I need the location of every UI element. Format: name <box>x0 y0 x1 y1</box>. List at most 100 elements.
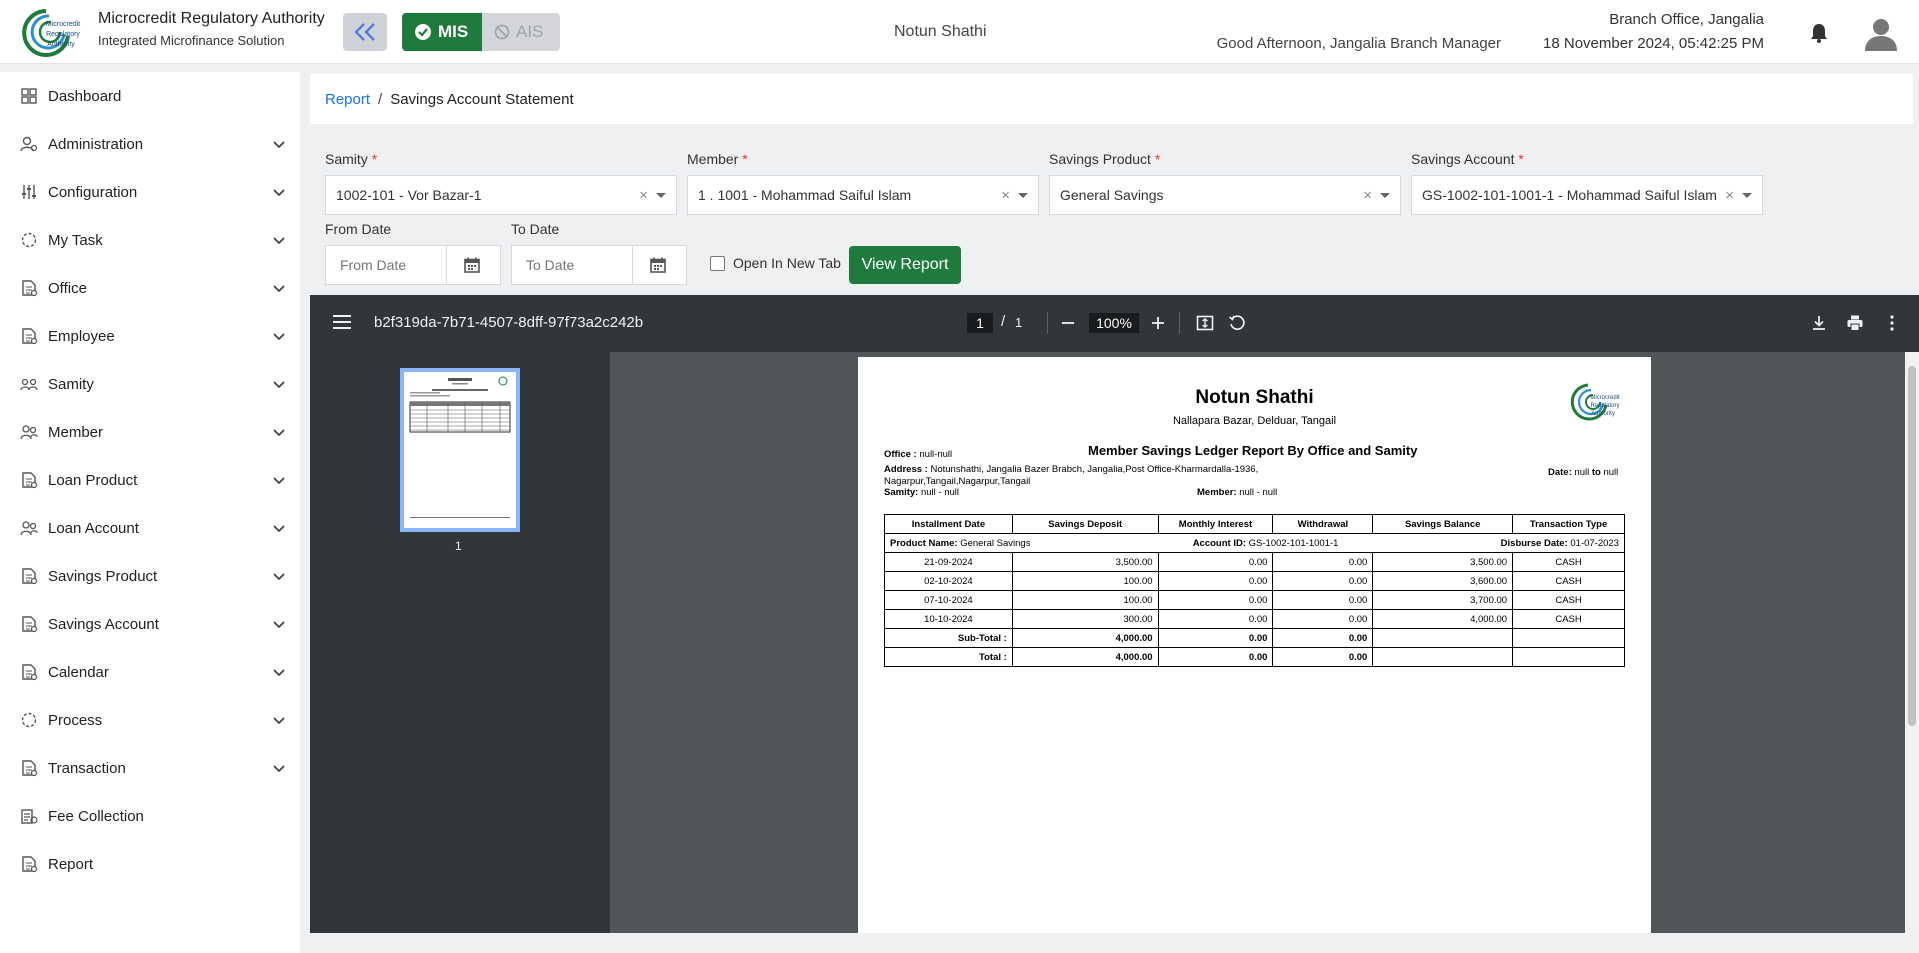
table-header-row: Installment Date Savings Deposit Monthly… <box>884 514 1625 534</box>
chevron-down-icon[interactable] <box>272 521 286 535</box>
sidebar-item-savings-product[interactable]: Savings Product <box>0 552 300 600</box>
sidebar-item-label: Report <box>48 855 94 873</box>
to-date-calendar-button[interactable] <box>632 246 682 284</box>
svg-text:Authority: Authority <box>1591 411 1615 417</box>
page-number-input[interactable]: 1 <box>967 313 993 333</box>
sidebar-item-label: Calendar <box>48 663 109 681</box>
fit-page-icon[interactable] <box>1195 313 1215 333</box>
chevron-down-icon[interactable] <box>272 233 286 247</box>
samity-select[interactable]: 1002-101 - Vor Bazar-1 × <box>325 175 677 215</box>
chevron-down-icon[interactable] <box>272 377 286 391</box>
required-mark: * <box>1518 151 1524 167</box>
notification-bell-icon[interactable] <box>1808 22 1830 44</box>
breadcrumb-report-link[interactable]: Report <box>325 91 370 108</box>
member-clear-icon[interactable]: × <box>1001 187 1010 204</box>
savings-account-select[interactable]: GS-1002-101-1001-1 - Mohammad Saiful Isl… <box>1411 175 1763 215</box>
sidebar-item-employee[interactable]: Employee <box>0 312 300 360</box>
member-info-label: Member: <box>1197 487 1237 498</box>
more-options-icon[interactable] <box>1882 313 1902 333</box>
sidebar-item-label: Savings Product <box>48 567 158 585</box>
sidebar-item-savings-account[interactable]: Savings Account <box>0 600 300 648</box>
sidebar-item-loan-product[interactable]: Loan Product <box>0 456 300 504</box>
sidebar-item-member[interactable]: Member <box>0 408 300 456</box>
samity-clear-icon[interactable]: × <box>639 187 648 204</box>
svg-text:Regulatory: Regulatory <box>1590 403 1619 409</box>
sidebar-item-loan-account[interactable]: Loan Account <box>0 504 300 552</box>
view-report-button[interactable]: View Report <box>849 246 961 284</box>
sidebar-item-office[interactable]: Office <box>0 264 300 312</box>
pdf-scrollbar-thumb[interactable] <box>1908 366 1916 726</box>
sidebar-item-administration[interactable]: Administration <box>0 120 300 168</box>
sidebar-item-calendar[interactable]: Calendar <box>0 648 300 696</box>
chevron-down-icon[interactable] <box>272 569 286 583</box>
pdf-viewer: b2f319da-7b71-4507-8dff-97f73a2c242b 1 /… <box>310 295 1919 933</box>
required-mark: * <box>371 151 378 167</box>
savings-account-dropdown-arrow-icon[interactable] <box>1742 192 1752 198</box>
savings-product-clear-icon[interactable]: × <box>1363 187 1372 204</box>
svg-text:Regulatory: Regulatory <box>46 31 80 38</box>
chevron-down-icon[interactable] <box>272 713 286 727</box>
svg-text:Authority: Authority <box>47 41 75 48</box>
to-date-input[interactable] <box>512 257 632 273</box>
transaction-icon <box>20 759 38 777</box>
samity-label-text: Samity <box>325 151 368 167</box>
member-dropdown-arrow-icon[interactable] <box>1018 192 1028 198</box>
zoom-level-input[interactable]: 100% <box>1089 313 1139 333</box>
zoom-out-icon[interactable] <box>1058 313 1078 333</box>
user-avatar-icon[interactable] <box>1862 14 1900 52</box>
org-subtitle: Integrated Microfinance Solution <box>98 33 285 48</box>
cell-balance: 3,600.00 <box>1372 571 1514 591</box>
disburse-date-label: Disburse Date: <box>1500 537 1568 549</box>
chevron-down-icon[interactable] <box>272 185 286 199</box>
breadcrumb-separator: / <box>378 90 383 108</box>
report-address: Address : Notunshathi, Jangalia Bazer Br… <box>884 464 1258 488</box>
sidebar-item-label: Transaction <box>48 759 126 777</box>
open-in-new-tab-checkbox[interactable] <box>710 255 725 271</box>
member-select[interactable]: 1 . 1001 - Mohammad Saiful Islam × <box>687 175 1039 215</box>
zoom-in-icon[interactable] <box>1148 313 1168 333</box>
chevron-down-icon[interactable] <box>272 425 286 439</box>
mis-mode-button[interactable]: MIS <box>402 13 482 51</box>
samity-dropdown-arrow-icon[interactable] <box>656 192 666 198</box>
print-icon[interactable] <box>1845 313 1865 333</box>
collapse-sidebar-button[interactable] <box>343 13 387 51</box>
toolbar-divider <box>1047 312 1048 334</box>
from-date-input[interactable] <box>326 257 446 273</box>
chevron-down-icon[interactable] <box>272 329 286 343</box>
chevron-down-icon[interactable] <box>272 665 286 679</box>
date-to: null <box>1603 467 1619 478</box>
sidebar-item-configuration[interactable]: Configuration <box>0 168 300 216</box>
sidebar-item-dashboard[interactable]: Dashboard <box>0 72 300 120</box>
samity-info-value: null - null <box>920 487 959 498</box>
pdf-scrollbar[interactable] <box>1905 352 1919 933</box>
sidebar-item-report[interactable]: Report <box>0 840 300 888</box>
sidebar-item-transaction[interactable]: Transaction <box>0 744 300 792</box>
savings-account-clear-icon[interactable]: × <box>1725 187 1734 204</box>
chevron-down-icon[interactable] <box>272 281 286 295</box>
download-icon[interactable] <box>1809 313 1829 333</box>
sidebar-item-label: Office <box>48 279 87 297</box>
cell-interest: 0.00 <box>1157 590 1274 610</box>
chevron-down-icon[interactable] <box>272 617 286 631</box>
savings-product-dropdown-arrow-icon[interactable] <box>1380 192 1390 198</box>
sidebar-item-my-task[interactable]: My Task <box>0 216 300 264</box>
cell-deposit: 3,500.00 <box>1011 552 1159 572</box>
sidebar: Dashboard Administration Configuration My T… <box>0 72 300 953</box>
hamburger-menu-icon[interactable] <box>333 315 351 329</box>
sidebar-item-label: Configuration <box>48 183 138 201</box>
column-header: Savings Balance <box>1372 514 1514 534</box>
sidebar-item-fee-collection[interactable]: Fee Collection <box>0 792 300 840</box>
pdf-page: Notun Shathi Nallapara Bazar, Delduar, T… <box>858 357 1651 933</box>
sidebar-item-process[interactable]: Process <box>0 696 300 744</box>
disburse-date-value: 01-07-2023 <box>1570 537 1619 549</box>
savings-product-select[interactable]: General Savings × <box>1049 175 1401 215</box>
page-thumbnail[interactable] <box>400 368 520 532</box>
sidebar-item-samity[interactable]: Samity <box>0 360 300 408</box>
chevron-down-icon[interactable] <box>272 761 286 775</box>
chevron-down-icon[interactable] <box>272 473 286 487</box>
calendar-icon <box>649 257 666 273</box>
ais-mode-button[interactable]: AIS <box>482 13 560 51</box>
chevron-down-icon[interactable] <box>272 137 286 151</box>
rotate-icon[interactable] <box>1227 313 1247 333</box>
from-date-calendar-button[interactable] <box>446 246 496 284</box>
